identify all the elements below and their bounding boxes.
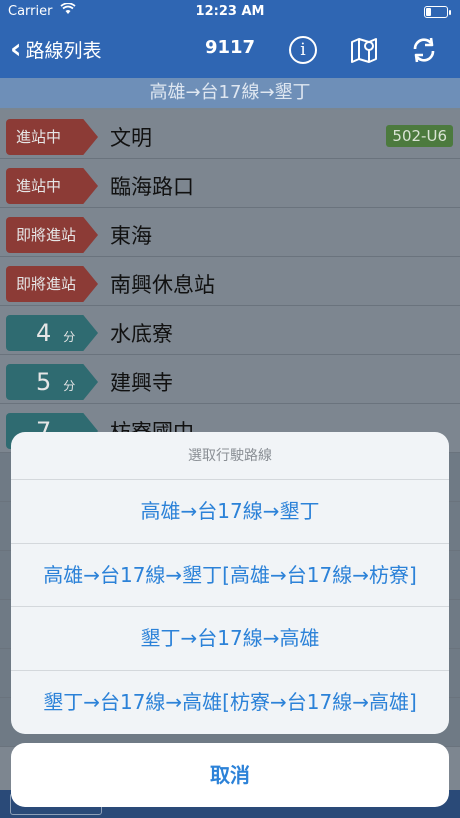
navigation-bar: ‹ 路線列表 9117 i: [0, 24, 460, 78]
stop-name: 東海: [110, 224, 152, 248]
back-button-label: 路線列表: [25, 39, 102, 62]
status-badge: 進站中: [6, 168, 98, 204]
refresh-icon: [413, 37, 435, 63]
list-item[interactable]: 4分 水底寮: [0, 306, 460, 355]
list-item[interactable]: 即將進站 南興休息站: [0, 257, 460, 306]
stop-name: 建興寺: [110, 371, 173, 395]
eta-unit: 分: [63, 379, 76, 393]
eta-badge: 5分: [6, 364, 98, 400]
status-badge: 進站中: [6, 119, 98, 155]
eta-minutes: 4: [36, 319, 52, 347]
info-button[interactable]: i: [287, 34, 319, 66]
eta-badge: 4分: [6, 315, 98, 351]
status-bar: Carrier 12:23 AM: [0, 0, 460, 24]
list-item[interactable]: 進站中 臨海路口: [0, 159, 460, 208]
back-button[interactable]: ‹ 路線列表: [10, 34, 102, 64]
list-item[interactable]: 進站中 文明 502-U6: [0, 110, 460, 159]
route-option[interactable]: 高雄→台17線→墾丁[高雄→台17線→枋寮]: [11, 544, 449, 607]
route-number: 9117: [204, 37, 256, 58]
route-option[interactable]: 高雄→台17線→墾丁: [11, 480, 449, 544]
route-option[interactable]: 墾丁→台17線→高雄: [11, 607, 449, 671]
action-sheet-title: 選取行駛路線: [11, 432, 449, 480]
chevron-left-icon: ‹: [10, 32, 22, 65]
eta-unit: 分: [63, 330, 76, 344]
stop-name: 臨海路口: [110, 175, 194, 199]
cancel-button[interactable]: 取消: [11, 743, 449, 807]
stop-name: 文明: [110, 126, 152, 150]
refresh-button[interactable]: [408, 34, 440, 66]
status-badge: 即將進站: [6, 217, 98, 253]
bus-plate-badge: 502-U6: [386, 125, 453, 147]
stop-name: 水底寮: [110, 322, 173, 346]
map-icon: [351, 38, 377, 63]
eta-minutes: 5: [36, 368, 52, 396]
route-option[interactable]: 墾丁→台17線→高雄[枋寮→台17線→高雄]: [11, 671, 449, 735]
top-bar: Carrier 12:23 AM ‹ 路線列表 9117 i: [0, 0, 460, 78]
list-item[interactable]: 5分 建興寺: [0, 355, 460, 404]
route-action-sheet: 選取行駛路線 高雄→台17線→墾丁 高雄→台17線→墾丁[高雄→台17線→枋寮]…: [11, 432, 449, 734]
list-item[interactable]: 即將進站 東海: [0, 208, 460, 257]
status-badge: 即將進站: [6, 266, 98, 302]
direction-bar[interactable]: 高雄→台17線→墾丁: [0, 78, 460, 108]
map-button[interactable]: [348, 34, 380, 66]
battery-icon: [424, 6, 451, 18]
stop-name: 南興休息站: [110, 273, 215, 297]
status-time: 12:23 AM: [195, 4, 265, 19]
info-icon: i: [289, 36, 317, 64]
